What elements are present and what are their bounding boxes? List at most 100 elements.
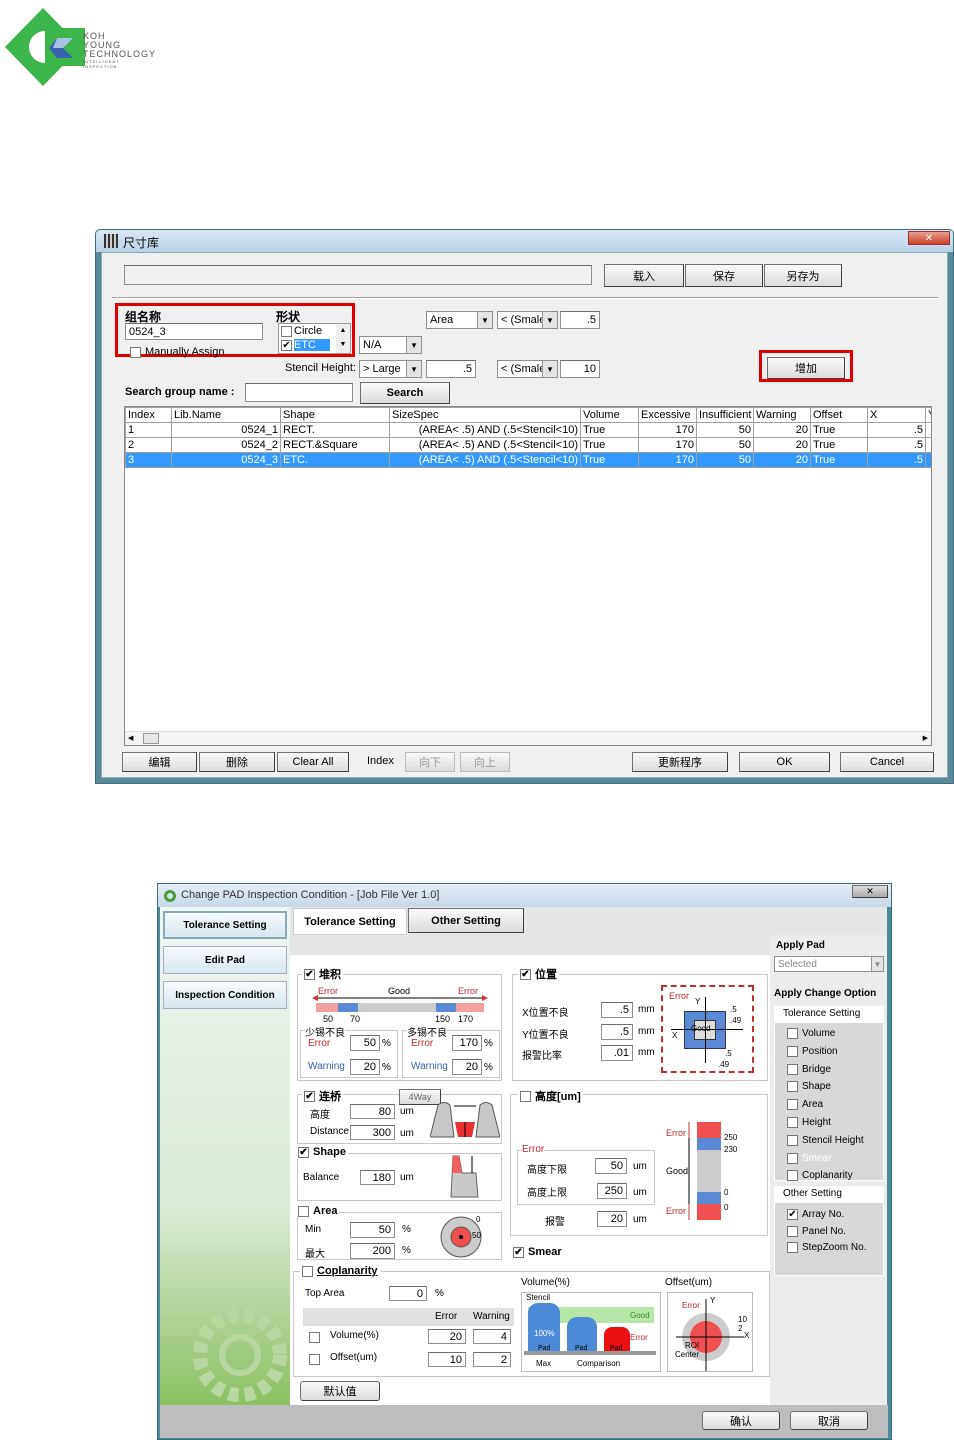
checkbox[interactable] <box>281 325 292 337</box>
scroll-thumb[interactable] <box>143 733 159 744</box>
stencil-compare-select-2[interactable]: < (Smale ▼ <box>497 360 558 378</box>
apply-option[interactable]: Coplanarity <box>787 1170 853 1182</box>
area-value-input[interactable]: .5 <box>560 311 600 329</box>
shape-option[interactable]: ✔ ETC <box>281 339 330 351</box>
checkbox[interactable] <box>787 1170 798 1182</box>
insufficient-error-input[interactable]: 50 <box>350 1035 380 1051</box>
apply-option[interactable]: Height <box>787 1117 831 1128</box>
top-area-input[interactable]: 0 <box>389 1286 427 1301</box>
add-button[interactable]: 增加 <box>767 357 845 379</box>
volume-error-input[interactable]: 20 <box>428 1329 466 1344</box>
search-button[interactable]: Search <box>360 382 450 404</box>
apply-option[interactable]: Stencil Height <box>787 1134 864 1146</box>
stencil-value-input-1[interactable]: .5 <box>426 360 476 378</box>
tab-other-setting[interactable]: Other Setting <box>408 908 524 933</box>
checkbox[interactable] <box>787 1045 798 1057</box>
apply-option[interactable]: Panel No. <box>787 1225 846 1237</box>
close-button[interactable]: ✕ <box>852 885 888 898</box>
horizontal-scrollbar[interactable]: ◀ ▶ <box>125 731 931 745</box>
cancel-button[interactable]: 取消 <box>790 1411 868 1430</box>
manual-assign-checkbox[interactable] <box>130 347 141 358</box>
side-tolerance-setting[interactable]: Tolerance Setting <box>163 911 287 939</box>
group-name-input[interactable]: 0524_3 <box>125 323 263 340</box>
volume-warning-input[interactable]: 4 <box>473 1329 511 1344</box>
offset-warning-input[interactable]: 2 <box>473 1352 511 1367</box>
height-checkbox[interactable] <box>520 1090 531 1102</box>
alarm-rate-input[interactable]: .01 <box>601 1045 633 1061</box>
na-select[interactable]: N/A ▼ <box>359 336 422 354</box>
cancel-button[interactable]: Cancel <box>840 752 934 772</box>
volume-row-checkbox[interactable] <box>309 1332 320 1343</box>
shape-option[interactable]: Circle <box>281 325 322 337</box>
move-up-button[interactable]: 向上 <box>460 752 510 772</box>
table-row[interactable]: 3 0524_3 ETC. (AREA< .5) AND (.5<Stencil<10… <box>125 452 931 468</box>
offset-error-input[interactable]: 10 <box>428 1352 466 1367</box>
search-group-input[interactable] <box>245 383 353 402</box>
checkbox-checked[interactable]: ✔ <box>281 339 292 351</box>
load-button[interactable]: 载入 <box>604 264 684 287</box>
apply-option[interactable]: Position <box>787 1045 838 1057</box>
area-compare-select[interactable]: < (Smale ▼ <box>497 311 558 329</box>
checkbox[interactable] <box>787 1242 798 1253</box>
checkbox[interactable] <box>787 1225 798 1237</box>
bridge-height-input[interactable]: 80 <box>350 1104 395 1119</box>
stencil-compare-select-1[interactable]: > Large ▼ <box>359 360 422 378</box>
checkbox[interactable] <box>787 1134 798 1146</box>
area-min-input[interactable]: 50 <box>350 1222 395 1238</box>
delete-button[interactable]: 删除 <box>199 752 275 772</box>
bridge-checkbox[interactable]: ✔ <box>304 1090 315 1102</box>
scroll-left-icon[interactable]: ◀ <box>128 734 133 742</box>
save-button[interactable]: 保存 <box>685 264 763 287</box>
checkbox[interactable] <box>787 1063 798 1075</box>
checkbox[interactable] <box>787 1099 798 1111</box>
shape-listbox[interactable]: Circle ✔ ETC ▲ ▼ <box>278 323 351 354</box>
tab-tolerance-setting[interactable]: Tolerance Setting <box>293 908 407 935</box>
excessive-warning-input[interactable]: 20 <box>452 1059 482 1075</box>
height-high-input[interactable]: 250 <box>597 1183 627 1199</box>
area-max-input[interactable]: 200 <box>350 1243 395 1259</box>
y-offset-input[interactable]: .5 <box>601 1024 633 1040</box>
height-warn-input[interactable]: 20 <box>597 1211 627 1227</box>
listbox-scrollbar[interactable]: ▲ ▼ <box>336 324 350 353</box>
apply-option[interactable]: Bridge <box>787 1063 831 1075</box>
balance-input[interactable]: 180 <box>360 1170 395 1185</box>
edit-button[interactable]: 编辑 <box>122 752 197 772</box>
area-select[interactable]: Area ▼ <box>426 311 493 329</box>
clear-all-button[interactable]: Clear All <box>277 752 349 772</box>
x-offset-input[interactable]: .5 <box>601 1002 633 1018</box>
volume-checkbox[interactable]: ✔ <box>304 968 315 980</box>
confirm-button[interactable]: 确认 <box>702 1411 780 1430</box>
side-inspection-condition[interactable]: Inspection Condition <box>163 981 287 1009</box>
shape-checkbox[interactable]: ✔ <box>298 1146 309 1158</box>
checkbox[interactable] <box>787 1117 798 1128</box>
apply-option[interactable]: Volume <box>787 1028 835 1039</box>
move-down-button[interactable]: 向下 <box>405 752 455 772</box>
ok-button[interactable]: OK <box>739 752 830 772</box>
coplanarity-checkbox[interactable] <box>302 1265 313 1277</box>
scroll-right-icon[interactable]: ▶ <box>923 734 928 742</box>
area-checkbox[interactable] <box>298 1205 309 1217</box>
checkbox[interactable] <box>787 1152 798 1164</box>
stencil-value-input-2[interactable]: 10 <box>560 360 600 378</box>
checkbox-checked[interactable]: ✔ <box>787 1209 798 1220</box>
position-checkbox[interactable]: ✔ <box>520 968 531 980</box>
checkbox[interactable] <box>787 1081 798 1093</box>
offset-row-checkbox[interactable] <box>309 1354 320 1365</box>
excessive-error-input[interactable]: 170 <box>452 1035 482 1051</box>
apply-option[interactable]: ✔ Array No. <box>787 1209 844 1220</box>
smear-checkbox[interactable]: ✔ <box>513 1246 524 1258</box>
bridge-distance-input[interactable]: 300 <box>350 1125 395 1140</box>
apply-option[interactable]: Area <box>787 1099 823 1111</box>
side-edit-pad[interactable]: Edit Pad <box>163 946 287 974</box>
insufficient-warning-input[interactable]: 20 <box>350 1059 380 1075</box>
table-row[interactable]: 2 0524_2 RECT.&Square (AREA< .5) AND (.5<St… <box>125 437 931 453</box>
height-low-input[interactable]: 50 <box>595 1158 627 1174</box>
file-path-field[interactable] <box>124 265 592 285</box>
apply-pad-select[interactable]: Selected ▼ <box>774 956 884 972</box>
apply-option[interactable]: StepZoom No. <box>787 1242 866 1253</box>
update-program-button[interactable]: 更新程序 <box>632 752 728 772</box>
close-button[interactable]: ✕ <box>908 231 950 245</box>
apply-option[interactable]: Smear <box>787 1152 831 1164</box>
table-row[interactable]: 1 0524_1 RECT. (AREA< .5) AND (.5<Stencil<1… <box>125 422 931 438</box>
checkbox[interactable] <box>787 1028 798 1039</box>
